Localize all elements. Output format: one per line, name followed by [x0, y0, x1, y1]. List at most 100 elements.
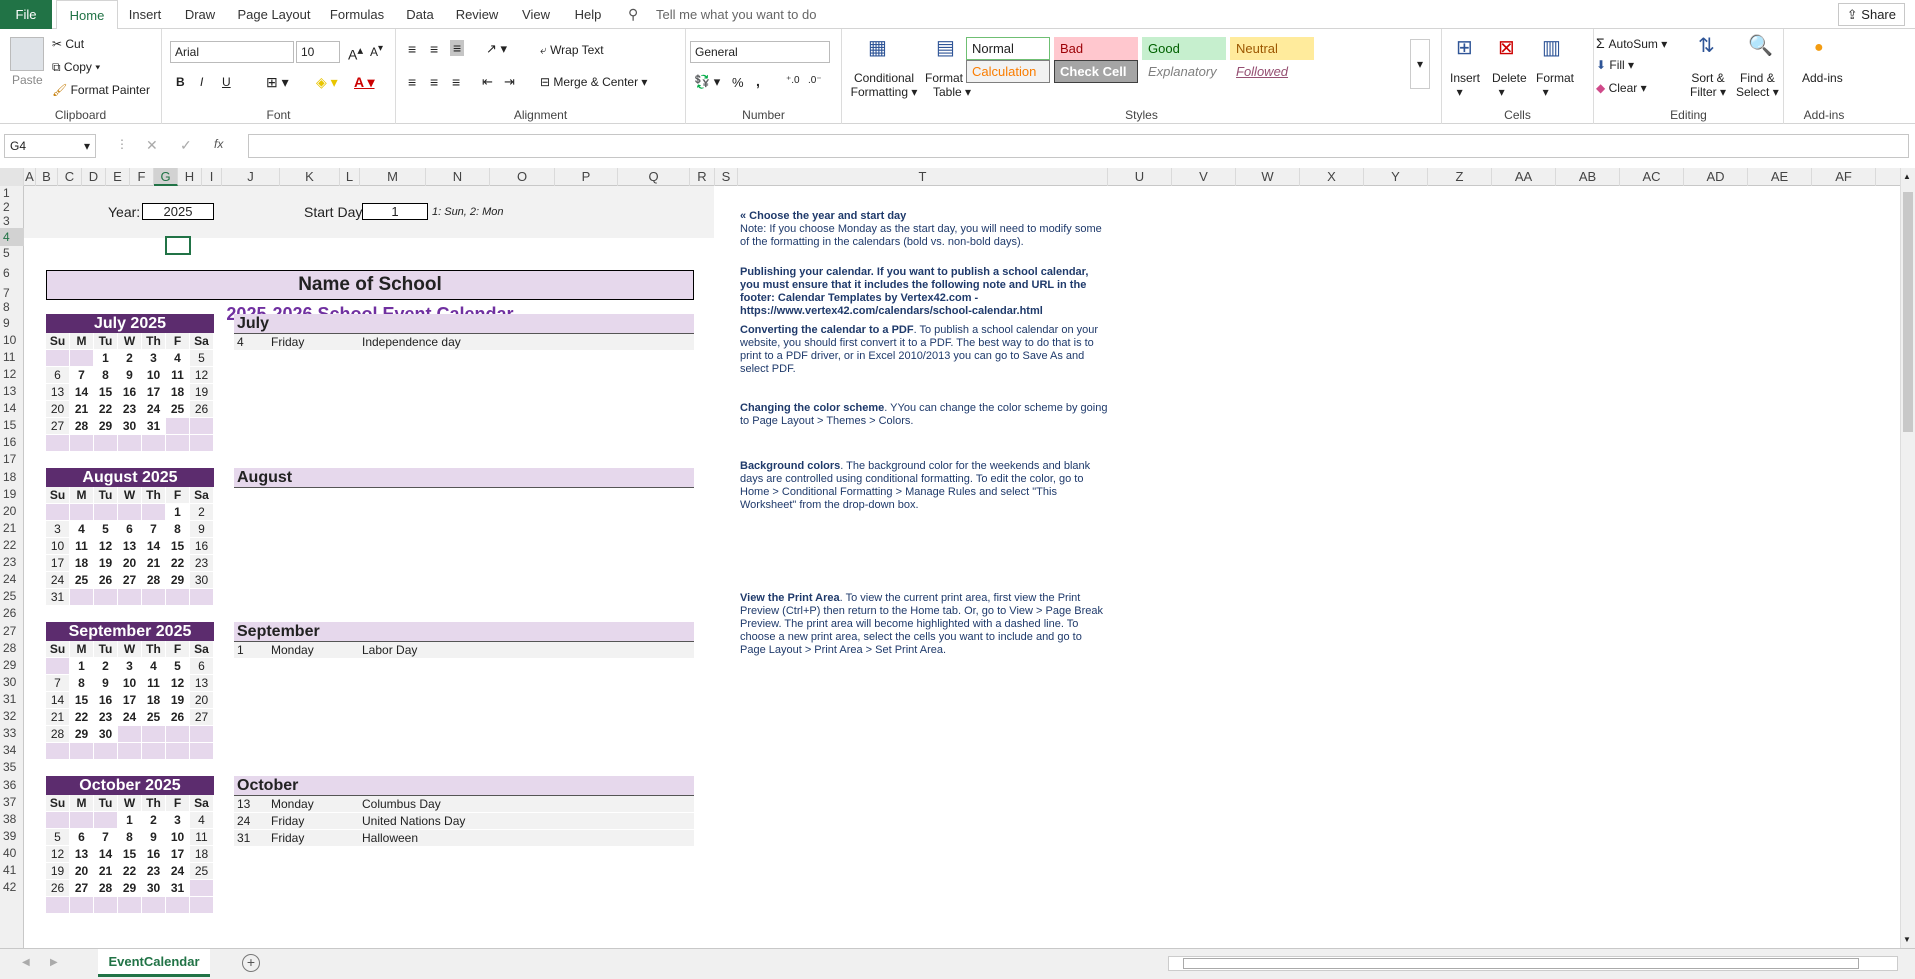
paste-icon[interactable] — [10, 37, 44, 71]
tab-home[interactable]: Home — [56, 0, 118, 30]
column-header-ad[interactable]: AD — [1684, 168, 1748, 186]
row-header-26[interactable]: 26 — [0, 605, 24, 622]
formula-input[interactable] — [248, 134, 1909, 158]
row-header-14[interactable]: 14 — [0, 400, 24, 417]
column-header-a[interactable]: A — [24, 168, 36, 186]
align-middle-icon[interactable]: ≡ — [430, 41, 438, 57]
cell-style-explanatory-[interactable]: Explanatory ... — [1142, 60, 1226, 83]
row-header-37[interactable]: 37 — [0, 794, 24, 811]
row-header-19[interactable]: 19 — [0, 486, 24, 503]
row-header-28[interactable]: 28 — [0, 640, 24, 657]
tab-view[interactable]: View — [514, 0, 558, 29]
select-all-button[interactable] — [0, 168, 24, 186]
row-header-7[interactable]: 7 — [0, 286, 24, 300]
selected-cell-g4[interactable] — [165, 236, 191, 255]
scroll-up-icon[interactable]: ▲ — [1903, 172, 1911, 181]
prev-sheet-icon[interactable]: ◀ — [22, 957, 30, 968]
column-header-g[interactable]: G — [154, 168, 178, 186]
column-header-r[interactable]: R — [690, 168, 715, 186]
row-header-20[interactable]: 20 — [0, 503, 24, 520]
decrease-indent-icon[interactable]: ⇤ — [482, 74, 493, 90]
column-header-j[interactable]: J — [222, 168, 280, 186]
tab-page-layout[interactable]: Page Layout — [234, 0, 314, 29]
tab-help[interactable]: Help — [568, 0, 608, 29]
wrap-text-button[interactable]: ⤶ Wrap Text — [540, 43, 604, 58]
paste-button[interactable]: Paste — [12, 73, 43, 87]
column-header-f[interactable]: F — [130, 168, 154, 186]
column-header-v[interactable]: V — [1172, 168, 1236, 186]
row-header-11[interactable]: 11 — [0, 349, 24, 366]
number-format-select[interactable]: General — [690, 41, 830, 63]
column-header-m[interactable]: M — [360, 168, 426, 186]
column-header-b[interactable]: B — [36, 168, 58, 186]
row-header-12[interactable]: 12 — [0, 366, 24, 383]
font-name-select[interactable]: Arial — [170, 41, 294, 63]
row-header-5[interactable]: 5 — [0, 246, 24, 260]
italic-button[interactable]: I — [200, 75, 203, 89]
row-header-29[interactable]: 29 — [0, 657, 24, 674]
column-header-ae[interactable]: AE — [1748, 168, 1812, 186]
tab-draw[interactable]: Draw — [180, 0, 220, 29]
column-header-z[interactable]: Z — [1428, 168, 1492, 186]
cell-style-calculation[interactable]: Calculation — [966, 60, 1050, 83]
next-sheet-icon[interactable]: ▶ — [50, 957, 58, 968]
conditional-formatting-button[interactable]: Conditional Formatting ▾ — [848, 71, 920, 99]
row-header-34[interactable]: 34 — [0, 742, 24, 759]
font-color-icon[interactable]: A ▾ — [354, 74, 375, 91]
format-painter-button[interactable]: 🖌 Format Painter — [52, 83, 150, 97]
cell-style-good[interactable]: Good — [1142, 37, 1226, 60]
format-cells-button[interactable]: Format ▾ — [1536, 71, 1574, 99]
column-header-u[interactable]: U — [1108, 168, 1172, 186]
row-header-4[interactable]: 4 — [0, 228, 24, 246]
row-header-22[interactable]: 22 — [0, 537, 24, 554]
row-header-42[interactable]: 42 — [0, 879, 24, 896]
column-header-t[interactable]: T — [738, 168, 1108, 186]
column-header-x[interactable]: X — [1300, 168, 1364, 186]
column-header-ac[interactable]: AC — [1620, 168, 1684, 186]
row-header-2[interactable]: 2 — [0, 200, 24, 214]
column-header-af[interactable]: AF — [1812, 168, 1876, 186]
h-scroll-thumb[interactable] — [1183, 958, 1859, 969]
row-header-15[interactable]: 15 — [0, 417, 24, 434]
row-header-8[interactable]: 8 — [0, 300, 24, 314]
column-header-y[interactable]: Y — [1364, 168, 1428, 186]
row-header-1[interactable]: 1 — [0, 186, 24, 200]
column-header-s[interactable]: S — [715, 168, 738, 186]
borders-icon[interactable]: ⊞ ▾ — [266, 74, 289, 91]
row-header-30[interactable]: 30 — [0, 674, 24, 691]
row-header-6[interactable]: 6 — [0, 260, 24, 286]
row-header-10[interactable]: 10 — [0, 332, 24, 349]
row-header-17[interactable]: 17 — [0, 451, 24, 468]
align-bottom-icon[interactable]: ≡ — [450, 40, 465, 56]
column-header-aa[interactable]: AA — [1492, 168, 1556, 186]
align-top-icon[interactable]: ≡ — [408, 41, 416, 57]
tab-file[interactable]: File — [0, 0, 52, 29]
column-header-l[interactable]: L — [340, 168, 360, 186]
merge-center-button[interactable]: ⊟ Merge & Center ▾ — [540, 75, 647, 89]
scroll-thumb[interactable] — [1903, 192, 1913, 432]
align-left-icon[interactable]: ≡ — [408, 74, 416, 90]
row-header-23[interactable]: 23 — [0, 554, 24, 571]
row-header-31[interactable]: 31 — [0, 691, 24, 708]
copy-button[interactable]: ⧉ Copy ▾ — [52, 60, 100, 75]
row-header-18[interactable]: 18 — [0, 468, 24, 486]
row-header-38[interactable]: 38 — [0, 811, 24, 828]
tell-me-search[interactable]: Tell me what you want to do — [656, 0, 816, 29]
add-sheet-icon[interactable]: + — [242, 954, 260, 972]
row-header-24[interactable]: 24 — [0, 571, 24, 588]
column-header-n[interactable]: N — [426, 168, 490, 186]
cancel-icon[interactable]: ✕ — [146, 137, 158, 154]
row-header-3[interactable]: 3 — [0, 214, 24, 228]
column-header-k[interactable]: K — [280, 168, 340, 186]
column-header-c[interactable]: C — [58, 168, 82, 186]
row-header-39[interactable]: 39 — [0, 828, 24, 845]
tab-data[interactable]: Data — [400, 0, 440, 29]
cell-style-check-cell[interactable]: Check Cell — [1054, 60, 1138, 83]
horizontal-scrollbar[interactable] — [1168, 956, 1898, 971]
row-header-27[interactable]: 27 — [0, 622, 24, 640]
name-box[interactable]: G4 ▾ — [4, 134, 96, 158]
tab-formulas[interactable]: Formulas — [326, 0, 388, 29]
delete-cells-button[interactable]: Delete ▾ — [1492, 71, 1527, 99]
column-header-q[interactable]: Q — [618, 168, 690, 186]
row-header-36[interactable]: 36 — [0, 776, 24, 794]
